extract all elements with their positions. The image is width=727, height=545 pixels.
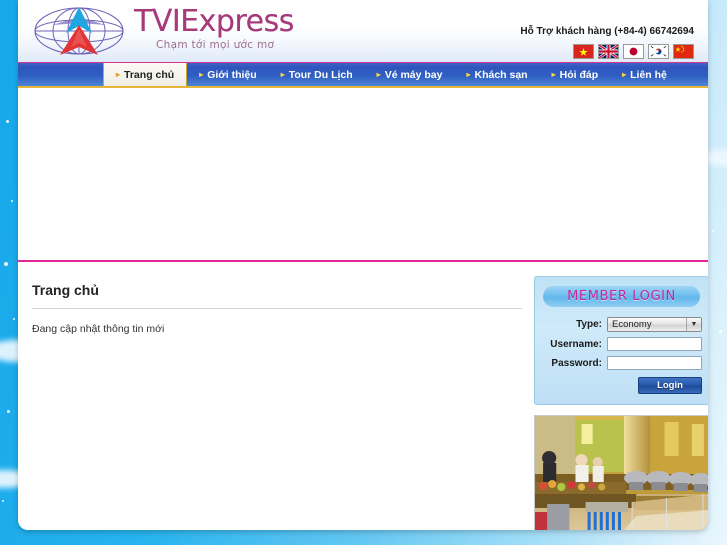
main-column: Trang chủ Đang cập nhật thông tin mới	[30, 276, 522, 530]
login-password-row: Password:	[541, 356, 702, 370]
nav-label: Trang chủ	[124, 68, 175, 81]
nav-item-hoi-dap[interactable]: ▸ Hỏi đáp	[540, 63, 611, 86]
nav-item-khach-san[interactable]: ▸ Khách sạn	[454, 63, 539, 86]
login-button-row: Login	[541, 377, 702, 394]
nav-item-tour-du-lich[interactable]: ▸ Tour Du Lịch	[269, 63, 365, 86]
nav-item-trang-chu[interactable]: ▸ Trang chủ	[103, 63, 188, 86]
chevron-right-icon: ▸	[376, 70, 381, 79]
nav-item-lien-he[interactable]: ▸ Liên hệ	[610, 63, 679, 86]
nav-label: Vé máy bay	[384, 68, 443, 81]
title-divider	[32, 308, 522, 309]
china-flag-icon[interactable]	[673, 44, 694, 59]
username-label: Username:	[550, 338, 602, 350]
main-navigation: ▸ Trang chủ ▸ Giới thiệu ▸ Tour Du Lịch …	[18, 62, 708, 88]
uk-flag-icon[interactable]	[598, 44, 619, 59]
type-label: Type:	[576, 319, 602, 330]
site-logo[interactable]: TVIExpress Chạm tới mọi ước mơ	[32, 3, 294, 59]
brand-name: TVIExpress	[134, 4, 294, 39]
chevron-right-icon: ▸	[116, 70, 121, 79]
content-area: Trang chủ Đang cập nhật thông tin mới ME…	[18, 262, 708, 530]
page-title: Trang chủ	[32, 282, 99, 298]
korea-flag-icon[interactable]	[648, 44, 669, 59]
chevron-right-icon: ▸	[199, 70, 204, 79]
login-username-row: Username:	[541, 337, 702, 351]
type-selected-value: Economy	[612, 319, 652, 330]
nav-item-ve-may-bay[interactable]: ▸ Vé máy bay	[365, 63, 455, 86]
password-input[interactable]	[607, 356, 702, 370]
nav-label: Khách sạn	[474, 68, 528, 81]
nav-label: Giới thiệu	[207, 68, 257, 81]
nav-label: Hỏi đáp	[559, 68, 599, 81]
password-label: Password:	[551, 357, 602, 369]
chevron-right-icon: ▸	[622, 70, 627, 79]
chevron-right-icon: ▸	[551, 70, 556, 79]
banner-area	[18, 88, 708, 262]
chevron-right-icon: ▸	[466, 70, 471, 79]
site-header: TVIExpress Chạm tới mọi ước mơ Hỗ Trợ kh…	[18, 0, 708, 62]
vietnam-flag-icon[interactable]	[573, 44, 594, 59]
nav-label: Liên hệ	[630, 68, 667, 81]
username-input[interactable]	[607, 337, 702, 351]
login-type-row: Type: Economy ▼	[541, 317, 702, 332]
sidebar-photo	[534, 415, 708, 530]
nav-label: Tour Du Lịch	[288, 68, 353, 81]
member-login-panel: MEMBER LOGIN Type: Economy ▼ Username: P…	[534, 276, 708, 405]
sidebar-column: MEMBER LOGIN Type: Economy ▼ Username: P…	[534, 276, 708, 530]
japan-flag-icon[interactable]	[623, 44, 644, 59]
language-selector[interactable]	[573, 44, 694, 59]
page-container: TVIExpress Chạm tới mọi ước mơ Hỗ Trợ kh…	[18, 0, 708, 530]
brand-slogan: Chạm tới mọi ước mơ	[156, 39, 275, 51]
member-login-title: MEMBER LOGIN	[543, 286, 700, 307]
nav-item-gioi-thieu[interactable]: ▸ Giới thiệu	[187, 63, 268, 86]
main-body-text: Đang cập nhật thông tin mới	[32, 323, 165, 335]
globe-arrow-logo-icon	[32, 3, 136, 59]
chevron-right-icon: ▸	[280, 70, 285, 79]
chevron-down-icon: ▼	[686, 318, 701, 331]
login-submit-button[interactable]: Login	[638, 377, 702, 394]
type-select[interactable]: Economy ▼	[607, 317, 702, 332]
customer-support-phone: Hỗ Trợ khách hàng (+84-4) 66742694	[520, 26, 694, 37]
